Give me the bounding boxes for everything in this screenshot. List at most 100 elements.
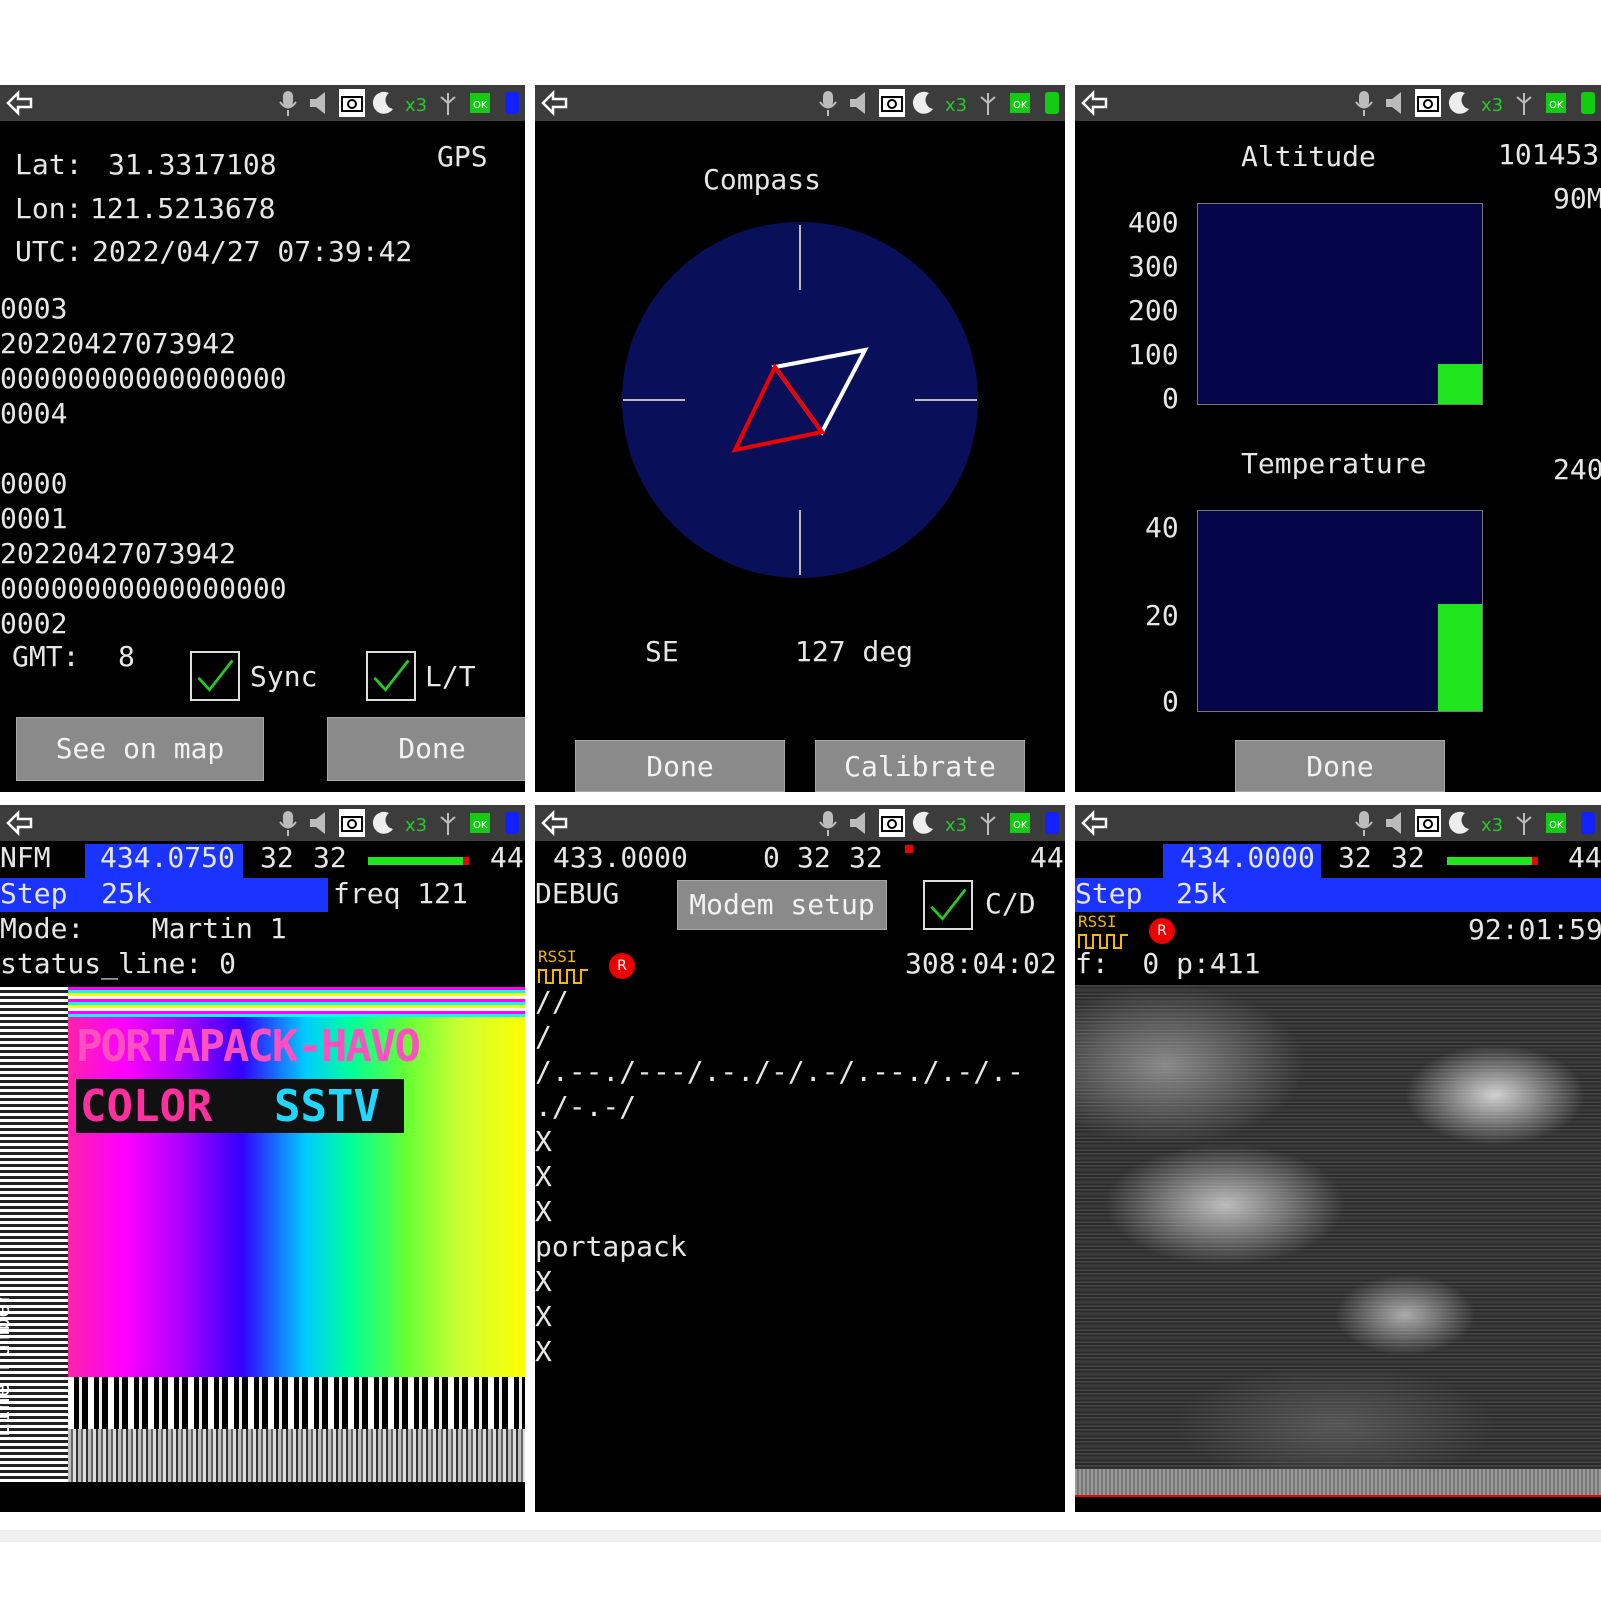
done-button[interactable]: Done bbox=[575, 740, 785, 792]
checkmark-icon bbox=[373, 659, 410, 692]
camera-icon[interactable] bbox=[879, 89, 905, 117]
elapsed-timer: 308:04:02 bbox=[905, 947, 1057, 980]
clock-icon[interactable]: x3 bbox=[403, 809, 429, 837]
sync-checkbox[interactable] bbox=[190, 651, 240, 701]
frequency-value[interactable]: 434.0750 bbox=[100, 841, 235, 875]
svg-text:x3: x3 bbox=[1481, 95, 1503, 116]
camera-icon[interactable] bbox=[1415, 809, 1441, 837]
sync-label: Sync bbox=[250, 660, 318, 693]
volume-value[interactable]: 44 bbox=[1568, 841, 1601, 875]
speaker-icon[interactable] bbox=[307, 89, 333, 117]
status-icons: x3 OK bbox=[275, 808, 525, 838]
speaker-icon[interactable] bbox=[1383, 809, 1409, 837]
back-arrow-icon[interactable] bbox=[539, 808, 569, 838]
clock-icon[interactable]: x3 bbox=[403, 89, 429, 117]
camera-icon[interactable] bbox=[339, 809, 365, 837]
svg-text:x3: x3 bbox=[945, 95, 967, 116]
decoded-line: X bbox=[535, 1160, 552, 1193]
antenna-icon[interactable] bbox=[1511, 89, 1537, 117]
temperature-level-bar bbox=[1438, 604, 1482, 711]
done-button[interactable]: Done bbox=[327, 717, 525, 781]
antenna-icon[interactable] bbox=[435, 89, 461, 117]
lna-value[interactable]: 32 bbox=[260, 841, 294, 875]
vga-value[interactable]: 32 bbox=[849, 841, 883, 875]
gps-source: GPS bbox=[437, 140, 488, 173]
log-line: 0004 bbox=[0, 397, 68, 430]
moon-icon[interactable] bbox=[371, 89, 397, 117]
camera-icon[interactable] bbox=[879, 809, 905, 837]
lna-value[interactable]: 32 bbox=[1338, 841, 1372, 875]
antenna-icon[interactable] bbox=[1511, 809, 1537, 837]
modulation-label[interactable]: NFM bbox=[0, 841, 51, 875]
back-arrow-icon[interactable] bbox=[1079, 88, 1109, 118]
status-bar: x3 OK bbox=[1075, 85, 1601, 121]
back-arrow-icon[interactable] bbox=[1079, 808, 1109, 838]
vga-value[interactable]: 32 bbox=[313, 841, 347, 875]
see-on-map-button[interactable]: See on map bbox=[16, 717, 264, 781]
scanline-overlay bbox=[1075, 985, 1601, 1497]
camera-icon[interactable] bbox=[339, 89, 365, 117]
clock-icon[interactable]: x3 bbox=[1479, 809, 1505, 837]
lon-label: Lon: bbox=[15, 192, 83, 225]
amp-value[interactable]: 0 bbox=[763, 841, 780, 875]
clock-icon[interactable]: x3 bbox=[943, 809, 969, 837]
record-icon[interactable]: R bbox=[609, 953, 635, 979]
speaker-icon[interactable] bbox=[847, 809, 873, 837]
frequency-value[interactable]: 434.0000 bbox=[1180, 841, 1315, 875]
microphone-icon[interactable] bbox=[275, 809, 301, 837]
moon-icon[interactable] bbox=[911, 809, 937, 837]
sd-card-icon[interactable]: OK bbox=[1543, 89, 1569, 117]
lna-value[interactable]: 32 bbox=[797, 841, 831, 875]
speaker-icon[interactable] bbox=[847, 89, 873, 117]
moon-icon[interactable] bbox=[1447, 89, 1473, 117]
microphone-icon[interactable] bbox=[1351, 89, 1377, 117]
done-button[interactable]: Done bbox=[1235, 740, 1445, 792]
moon-icon[interactable] bbox=[1447, 809, 1473, 837]
clock-icon[interactable]: x3 bbox=[1479, 89, 1505, 117]
moon-icon[interactable] bbox=[911, 89, 937, 117]
step-label[interactable]: Step 25k bbox=[1075, 877, 1227, 911]
modem-setup-button[interactable]: Modem setup bbox=[677, 880, 887, 930]
gmt-value[interactable]: 8 bbox=[118, 640, 135, 674]
calibrate-button[interactable]: Calibrate bbox=[815, 740, 1025, 792]
mode-line: Mode: Martin 1 bbox=[0, 912, 287, 945]
speaker-icon[interactable] bbox=[1383, 89, 1409, 117]
sd-card-icon[interactable]: OK bbox=[1007, 809, 1033, 837]
camera-icon[interactable] bbox=[1415, 89, 1441, 117]
speaker-icon[interactable] bbox=[307, 809, 333, 837]
microphone-icon[interactable] bbox=[815, 89, 841, 117]
altitude-level-bar bbox=[1438, 364, 1482, 404]
step-label[interactable]: Step 25k bbox=[0, 877, 152, 911]
altitude-tick: 100 bbox=[1128, 338, 1179, 371]
microphone-icon[interactable] bbox=[815, 809, 841, 837]
antenna-icon[interactable] bbox=[435, 809, 461, 837]
microphone-icon[interactable] bbox=[275, 89, 301, 117]
battery-icon bbox=[1581, 92, 1595, 114]
lat-value: 31.3317108 bbox=[108, 148, 277, 181]
altitude-value: 101453 bbox=[1498, 138, 1600, 171]
back-arrow-icon[interactable] bbox=[539, 88, 569, 118]
frequency-value[interactable]: 433.0000 bbox=[553, 841, 688, 875]
sd-card-icon[interactable]: OK bbox=[1543, 809, 1569, 837]
vga-value[interactable]: 32 bbox=[1391, 841, 1425, 875]
lt-checkbox[interactable] bbox=[366, 651, 416, 701]
volume-value[interactable]: 44 bbox=[1030, 841, 1064, 875]
sd-card-icon[interactable]: OK bbox=[467, 809, 493, 837]
status-icons: x3 OK bbox=[1351, 808, 1601, 838]
microphone-icon[interactable] bbox=[1351, 809, 1377, 837]
antenna-icon[interactable] bbox=[975, 89, 1001, 117]
sd-card-icon[interactable]: OK bbox=[1007, 89, 1033, 117]
moon-icon[interactable] bbox=[371, 809, 397, 837]
square-wave-icon bbox=[538, 969, 588, 984]
clock-icon[interactable]: x3 bbox=[943, 89, 969, 117]
back-arrow-icon[interactable] bbox=[4, 808, 34, 838]
log-line: 0000 bbox=[0, 467, 68, 500]
record-icon[interactable]: R bbox=[1149, 918, 1175, 944]
back-arrow-icon[interactable] bbox=[4, 88, 34, 118]
status-bar: x3 OK bbox=[535, 85, 1065, 121]
sstv-screen: x3 OK NFM 434.0750 32 32 44 Step 25k fre… bbox=[0, 805, 525, 1512]
volume-value[interactable]: 44 bbox=[490, 841, 524, 875]
antenna-icon[interactable] bbox=[975, 809, 1001, 837]
cd-checkbox[interactable] bbox=[923, 880, 973, 930]
sd-card-icon[interactable]: OK bbox=[467, 89, 493, 117]
